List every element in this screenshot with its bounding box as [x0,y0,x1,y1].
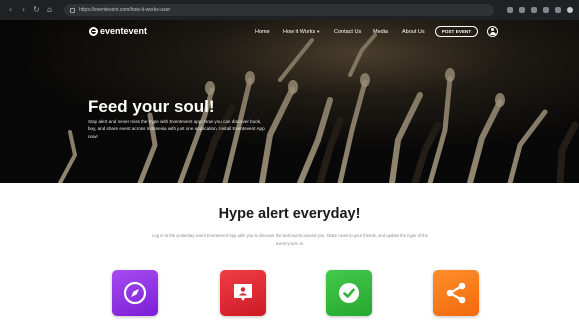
reload-icon[interactable]: ↻ [32,5,41,15]
feature-share-tile[interactable] [433,270,479,316]
concert-crowd-image [0,20,579,183]
settings-icon[interactable] [555,7,561,13]
chat-user-icon [234,284,252,301]
hero-title: Feed your soul! [88,97,215,116]
section-description: Log in to the yesterday event Eventevent… [152,233,428,246]
page: ‹ › ↻ ⌂ https://eventevent.com/how-it-wo… [0,0,579,329]
share-icon [446,282,466,304]
check-circle-icon [339,283,359,303]
nav-how-it-works-link[interactable]: How it Works▼ [283,29,320,35]
brand-name: eventevent [100,26,148,36]
lock-icon [70,7,75,13]
nav-contact-link[interactable]: Contact Us [334,29,361,35]
extension-icon[interactable] [531,7,537,13]
compass-icon [123,281,147,305]
user-account-icon[interactable] [487,26,498,37]
nav-how-it-works-label: How it Works [283,29,316,35]
chevron-down-icon: ▼ [316,29,321,34]
back-icon[interactable]: ‹ [6,5,15,15]
reading-list-icon[interactable] [543,7,549,13]
post-event-button[interactable]: POST EVENT [435,26,478,37]
hero-banner: eventevent Home How it Works▼ Contact Us… [0,20,579,183]
address-bar[interactable]: https://eventevent.com/how-it-works-user [64,4,494,16]
home-icon[interactable]: ⌂ [45,5,54,15]
url-text: https://eventevent.com/how-it-works-user [79,7,171,13]
forward-icon[interactable]: › [19,5,28,15]
hero-description: Stay alert and never miss the hype with … [88,119,265,139]
nav-media-link[interactable]: Media [373,29,388,35]
logo-icon [89,26,98,36]
feature-update-tile[interactable] [326,270,372,316]
translate-icon[interactable] [507,7,513,13]
nav-about-link[interactable]: About Us [402,29,425,35]
feature-discover-tile[interactable] [112,270,158,316]
profile-avatar[interactable] [567,7,573,13]
feature-share-news-tile[interactable] [220,270,266,316]
bookmark-icon[interactable] [519,7,525,13]
browser-actions [507,7,573,13]
nav-home-link[interactable]: Home [255,29,270,35]
browser-toolbar: ‹ › ↻ ⌂ https://eventevent.com/how-it-wo… [0,0,579,20]
eventevent-logo[interactable]: eventevent [89,26,147,36]
section-title: Hype alert everyday! [218,206,361,222]
top-navigation: eventevent Home How it Works▼ Contact Us… [0,20,579,44]
